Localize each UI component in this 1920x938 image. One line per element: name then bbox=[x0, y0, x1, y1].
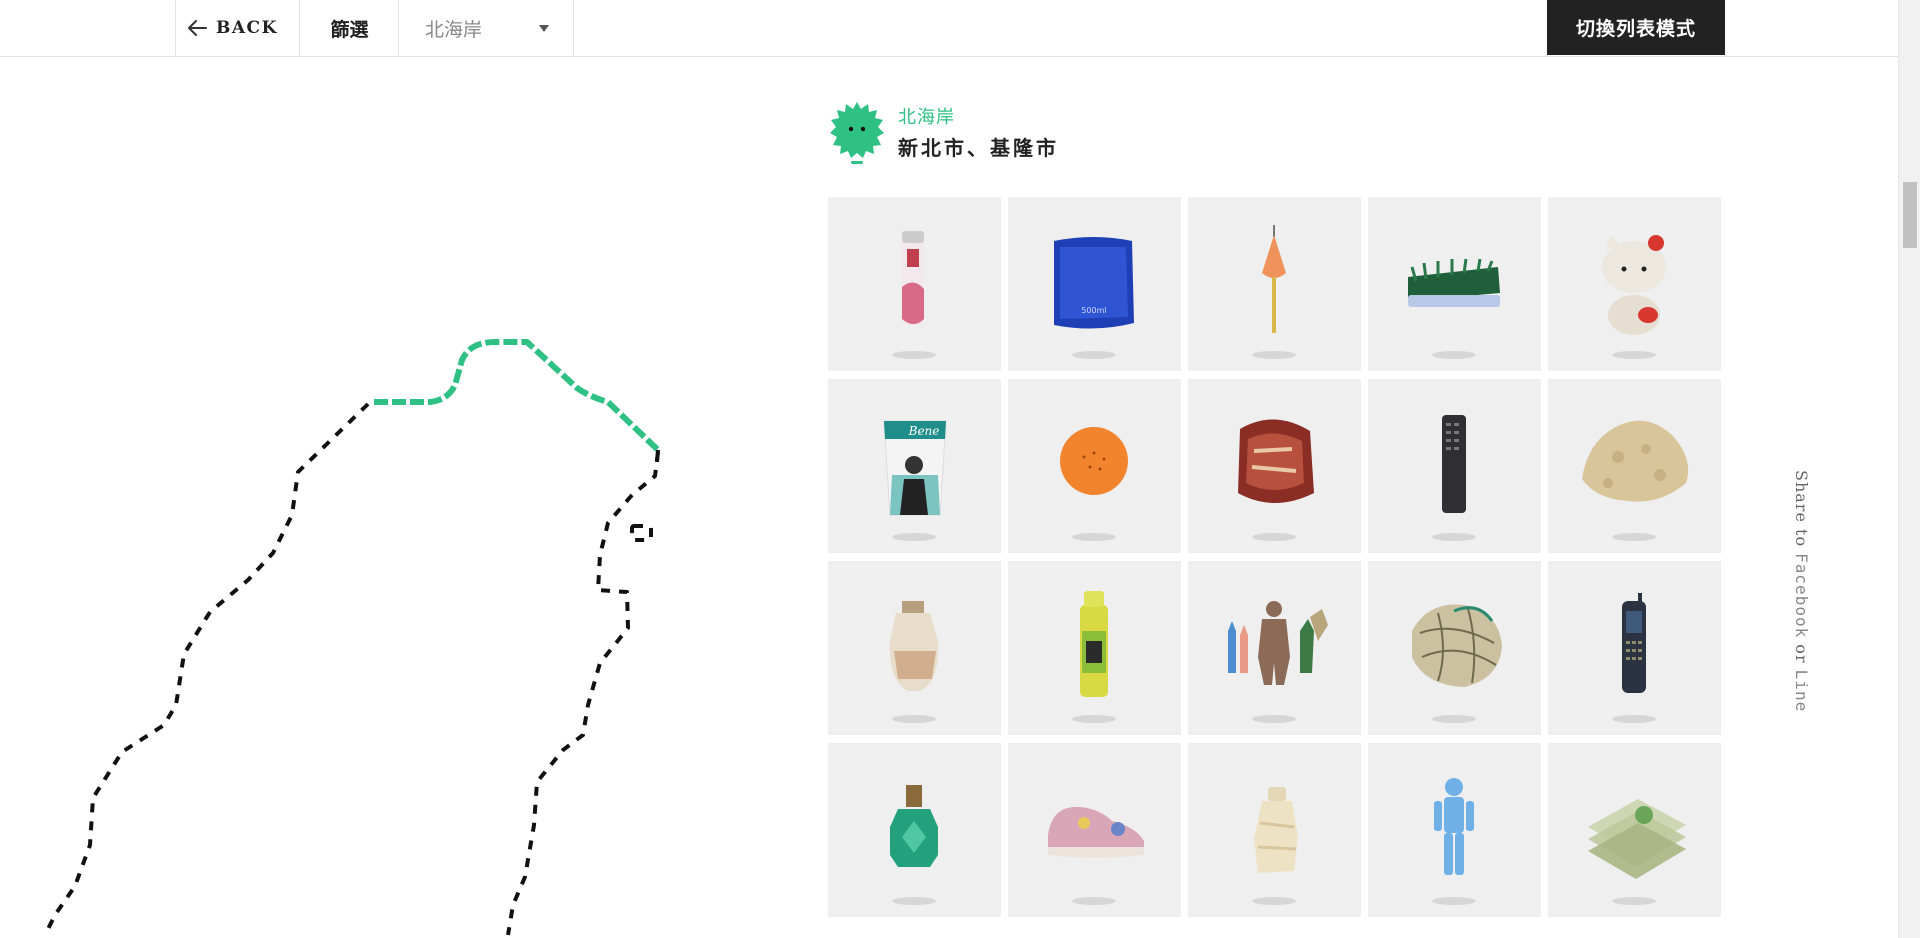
item-tile[interactable] bbox=[1548, 743, 1721, 917]
toy-soldiers-icon bbox=[1228, 601, 1328, 723]
toothpaste-tube-icon bbox=[892, 231, 936, 359]
item-tile[interactable] bbox=[1008, 561, 1181, 735]
item-tile[interactable] bbox=[828, 197, 1001, 371]
share-line-link[interactable]: Line bbox=[1792, 670, 1811, 713]
share-facebook-link[interactable]: Facebook bbox=[1792, 553, 1811, 638]
item-tile[interactable] bbox=[1188, 743, 1361, 917]
plastic-bottle-icon bbox=[1252, 787, 1298, 905]
drink-cup-icon: Bene bbox=[883, 420, 947, 541]
item-tile[interactable] bbox=[1188, 197, 1361, 371]
fishing-float-icon bbox=[1252, 225, 1296, 359]
item-tile[interactable] bbox=[828, 561, 1001, 735]
item-tile[interactable]: 500ml bbox=[1008, 197, 1181, 371]
back-button[interactable]: BACK bbox=[175, 0, 300, 56]
map-north-coast-highlight bbox=[374, 339, 661, 453]
arrow-left-icon bbox=[188, 20, 207, 36]
drink-cup-brand: Bene bbox=[908, 424, 940, 438]
coral-rock-icon bbox=[1582, 420, 1689, 541]
item-tile[interactable] bbox=[1368, 743, 1541, 917]
item-tile[interactable] bbox=[1548, 379, 1721, 553]
hello-kitty-doll-icon bbox=[1602, 235, 1666, 359]
water-pouch-volume: 500ml bbox=[1081, 306, 1106, 315]
item-tile[interactable] bbox=[1008, 379, 1181, 553]
region-select-value: 北海岸 bbox=[425, 18, 483, 41]
share-or: or bbox=[1792, 638, 1811, 670]
scrollbar-thumb[interactable] bbox=[1903, 182, 1917, 248]
page-scrollbar[interactable] bbox=[1898, 0, 1920, 938]
map-west-coast bbox=[43, 402, 370, 936]
item-tile[interactable] bbox=[1008, 743, 1181, 917]
item-tile[interactable] bbox=[1548, 197, 1721, 371]
item-tile[interactable] bbox=[1368, 197, 1541, 371]
food-packs-icon bbox=[1588, 799, 1686, 905]
sneaker-icon bbox=[1048, 806, 1144, 905]
region-name: 北海岸 bbox=[898, 107, 955, 128]
region-header: 北海岸 新北市、基隆市 bbox=[829, 100, 1229, 166]
region-cities: 新北市、基隆市 bbox=[898, 136, 1059, 160]
water-pouch-icon: 500ml bbox=[1054, 237, 1134, 359]
share-links: Share to Facebook or Line bbox=[1792, 470, 1811, 712]
taiwan-map bbox=[43, 339, 661, 936]
item-tile[interactable] bbox=[1188, 379, 1361, 553]
snack-bag-icon bbox=[1238, 419, 1314, 541]
item-tile[interactable] bbox=[1368, 561, 1541, 735]
item-tile[interactable] bbox=[1188, 561, 1361, 735]
action-figure-icon bbox=[1432, 778, 1476, 905]
top-bar: BACK 篩選 北海岸 切換列表模式 bbox=[0, 0, 1898, 57]
item-tile[interactable]: Bene bbox=[828, 379, 1001, 553]
back-label: BACK bbox=[216, 18, 278, 38]
item-tile[interactable] bbox=[828, 743, 1001, 917]
caret-down-icon bbox=[539, 25, 549, 32]
item-tile[interactable] bbox=[1368, 379, 1541, 553]
region-select[interactable]: 北海岸 bbox=[398, 0, 574, 56]
spray-can-icon bbox=[1072, 591, 1116, 723]
orange-ball-icon bbox=[1060, 427, 1128, 541]
mascot-icon bbox=[830, 102, 884, 164]
item-tile[interactable] bbox=[1548, 561, 1721, 735]
share-prefix: Share to bbox=[1792, 470, 1811, 554]
fishing-net-icon bbox=[1412, 604, 1502, 723]
item-grid: 500ml Bene bbox=[828, 197, 1726, 917]
switch-list-mode-button[interactable]: 切換列表模式 bbox=[1547, 0, 1725, 55]
mobile-phone-icon bbox=[1612, 593, 1656, 723]
map-north-coast-tail bbox=[655, 449, 660, 463]
filter-label: 篩選 bbox=[299, 0, 399, 56]
glass-jar-icon bbox=[889, 601, 939, 723]
map-island bbox=[630, 524, 653, 542]
remote-control-icon bbox=[1432, 415, 1476, 541]
brush-icon bbox=[1408, 258, 1500, 359]
perfume-bottle-icon bbox=[890, 785, 938, 905]
